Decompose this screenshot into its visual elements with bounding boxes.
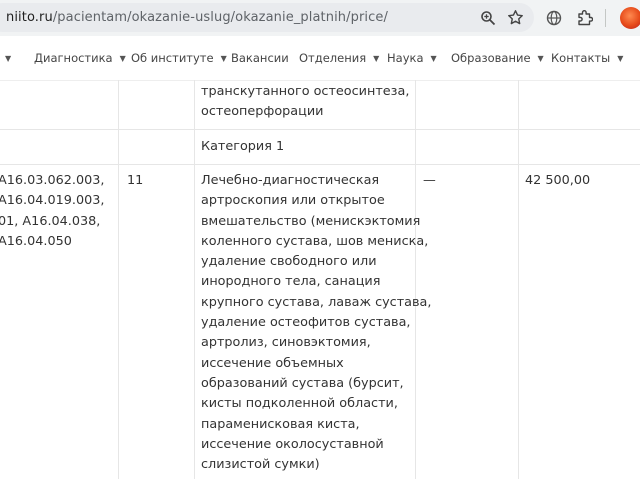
nav-item-label: Контакты: [551, 51, 611, 65]
table-row-divider: [0, 164, 640, 165]
text-line: кисты подколенной области,: [201, 396, 398, 412]
nav-item-label: Отделения: [299, 51, 367, 65]
chevron-down-icon: ▼: [617, 54, 624, 63]
nav-item-education[interactable]: Образование ▼: [451, 36, 544, 80]
url-text[interactable]: niito.ru/pacientam/okazanie-uslug/okazan…: [6, 3, 388, 32]
text-line: слизистой сумки): [201, 457, 320, 473]
nav-item-offscreen[interactable]: ▼: [0, 36, 11, 80]
site-nav: ▼ Диагностика ▼ Об институте ▼ Вакансии От…: [0, 36, 640, 81]
service-description-continued: транскутанного остеосинтеза, остеоперфор…: [201, 82, 409, 123]
category-label: Категория 1: [201, 139, 285, 154]
profile-avatar[interactable]: [620, 7, 640, 29]
service-number: 11: [127, 173, 144, 188]
nav-item-label: Наука: [387, 51, 424, 65]
chevron-down-icon: ▼: [537, 54, 544, 63]
bookmark-star-icon[interactable]: [507, 9, 524, 26]
text-line: удаление свободного или: [201, 254, 377, 270]
nav-item-vacancies[interactable]: Вакансии: [231, 36, 289, 80]
code-line: A16.03.062.003,: [0, 173, 105, 188]
text-line: Лечебно-диагностическая: [201, 173, 380, 188]
nav-item-science[interactable]: Наука ▼: [387, 36, 437, 80]
nav-item-departments[interactable]: Отделения ▼: [299, 36, 379, 80]
nav-item-label: Об институте: [131, 51, 214, 65]
code-line: 01, A16.04.038,: [0, 213, 101, 229]
nav-item-diagnostics[interactable]: Диагностика ▼: [34, 36, 126, 80]
text-line: транскутанного остеосинтеза,: [201, 84, 410, 99]
extensions-puzzle-icon[interactable]: [577, 9, 593, 26]
text-line: параменисковая киста,: [201, 416, 360, 432]
chevron-down-icon: ▼: [373, 54, 380, 63]
chevron-down-icon: ▼: [5, 54, 12, 63]
nav-item-label: Образование: [451, 51, 531, 65]
nav-item-label: Вакансии: [231, 51, 289, 65]
text-line: образований сустава (бурсит,: [201, 375, 404, 391]
table-column-divider: [518, 80, 519, 479]
service-dash: —: [423, 173, 436, 188]
text-line: артроскопия или открытое: [201, 193, 385, 209]
service-codes: A16.03.062.003, A16.04.019.003, 01, A16.…: [0, 171, 104, 252]
text-line: крупного сустава, лаваж сустава,: [201, 294, 432, 310]
text-line: вмешательство (менискэктомия: [201, 213, 421, 229]
nav-item-about[interactable]: Об институте ▼: [131, 36, 227, 80]
text-line: остеоперфорации: [201, 104, 324, 120]
table-row-divider: [0, 129, 640, 130]
toolbar-divider: [605, 9, 606, 27]
chevron-down-icon: ▼: [220, 54, 227, 63]
zoom-icon[interactable]: [480, 10, 496, 26]
nav-item-contacts[interactable]: Контакты ▼: [551, 36, 623, 80]
text-line: коленного сустава, шов мениска,: [201, 233, 429, 249]
url-host: niito.ru: [6, 10, 53, 25]
service-description: Лечебно-диагностическая артроскопия или …: [201, 171, 431, 475]
service-price: 42 500,00: [525, 173, 591, 188]
text-line: иссечение околосуставной: [201, 436, 384, 452]
code-line: A16.04.050: [0, 233, 72, 249]
url-path: /pacientam/okazanie-uslug/okazanie_platn…: [52, 10, 388, 25]
chevron-down-icon: ▼: [430, 54, 437, 63]
table-column-divider: [118, 80, 119, 479]
text-line: артролиз, синовэктомия,: [201, 335, 371, 351]
code-line: A16.04.019.003,: [0, 193, 105, 209]
address-bar[interactable]: niito.ru/pacientam/okazanie-uslug/okazan…: [0, 3, 534, 32]
table-column-divider: [194, 80, 195, 479]
text-line: иссечение объемных: [201, 355, 344, 371]
nav-item-label: Диагностика: [34, 51, 113, 65]
text-line: удаление остеофитов сустава,: [201, 315, 411, 331]
translate-globe-icon[interactable]: [546, 10, 562, 26]
text-line: инородного тела, санация: [201, 274, 381, 290]
chevron-down-icon: ▼: [119, 54, 126, 63]
browser-toolbar: niito.ru/pacientam/okazanie-uslug/okazan…: [0, 0, 640, 36]
